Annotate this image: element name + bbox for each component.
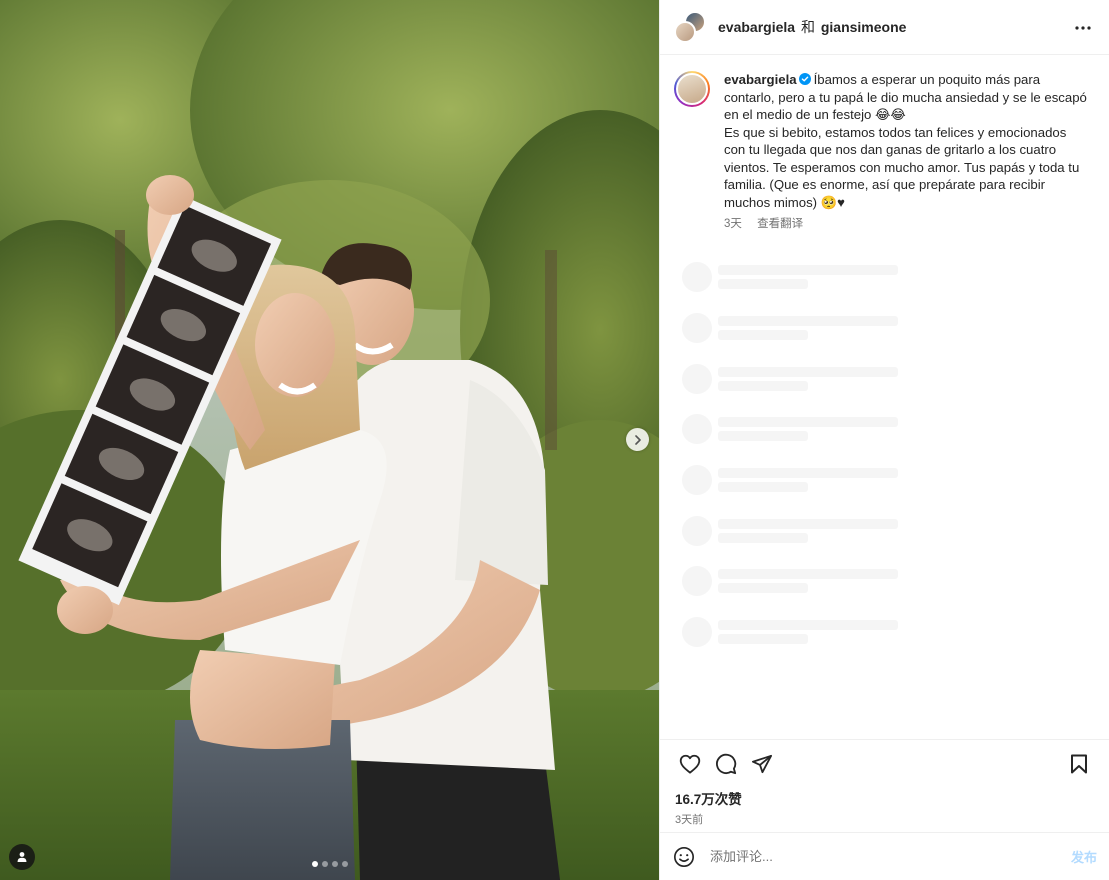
comment-skeleton [682, 505, 898, 556]
avatar[interactable] [674, 71, 710, 107]
carousel-indicator [312, 861, 348, 867]
caption-meta: 3天 查看翻译 [724, 216, 1088, 234]
comment-skeleton [682, 353, 898, 404]
comment-skeleton [682, 455, 898, 506]
post-side-panel: evabargiela 和 giansimeone evabargiela Íba… [659, 0, 1109, 880]
see-translation-link[interactable]: 查看翻译 [757, 218, 803, 230]
user-tag-icon [17, 852, 27, 862]
comment-icon [716, 753, 737, 775]
post-dialog: evabargiela 和 giansimeone evabargiela Íba… [0, 0, 1109, 880]
carousel-dot [342, 861, 348, 867]
share-button[interactable] [744, 746, 780, 782]
like-count[interactable]: 16.7万次赞 [660, 788, 1109, 808]
post-date: 3天前 [675, 814, 704, 826]
post-caption: evabargiela Íbamos a esperar un poquito m… [660, 55, 1109, 234]
more-options-button[interactable] [1071, 16, 1095, 40]
comment-skeleton [682, 607, 898, 658]
comment-skeleton [682, 303, 898, 354]
caption-text: Es que si bebito, estamos todos tan feli… [724, 124, 1080, 210]
post-header: evabargiela 和 giansimeone [660, 0, 1109, 55]
caption-age: 3天 [724, 218, 742, 230]
caption-username[interactable]: evabargiela [724, 72, 797, 87]
comment-button[interactable] [708, 746, 744, 782]
next-image-button[interactable] [626, 428, 649, 451]
action-bar [660, 740, 1109, 788]
avatar [674, 21, 696, 43]
emoji-icon [674, 846, 694, 867]
carousel-dot [312, 861, 318, 867]
comment-skeleton [682, 556, 898, 607]
username-link[interactable]: evabargiela [718, 19, 795, 35]
like-button[interactable] [672, 746, 708, 782]
tagged-users-button[interactable] [9, 844, 35, 870]
verified-badge-icon [798, 73, 811, 85]
carousel-dot [322, 861, 328, 867]
emoji-button[interactable] [672, 845, 696, 869]
save-button[interactable] [1061, 746, 1097, 782]
comments-loading-placeholder [682, 252, 898, 658]
share-icon [752, 754, 772, 774]
post-photo [0, 0, 659, 880]
bookmark-icon [1071, 754, 1087, 774]
add-comment-bar: 发布 [660, 832, 1109, 880]
chevron-right-icon [634, 434, 641, 445]
collab-usernames: evabargiela 和 giansimeone [718, 17, 906, 37]
caption-body: evabargiela Íbamos a esperar un poquito m… [724, 71, 1088, 234]
collab-joiner: 和 [800, 19, 815, 35]
comment-skeleton [682, 252, 898, 303]
username-link[interactable]: giansimeone [821, 19, 907, 35]
post-actions-section: 16.7万次赞 3天前 [660, 739, 1109, 827]
heart-icon [679, 754, 701, 774]
comment-input[interactable] [710, 849, 1071, 864]
collab-avatars[interactable] [674, 11, 706, 43]
post-media[interactable] [0, 0, 659, 880]
post-comment-button[interactable]: 发布 [1071, 847, 1097, 866]
more-horizontal-icon [1075, 26, 1091, 30]
carousel-dot [332, 861, 338, 867]
comment-skeleton [682, 404, 898, 455]
